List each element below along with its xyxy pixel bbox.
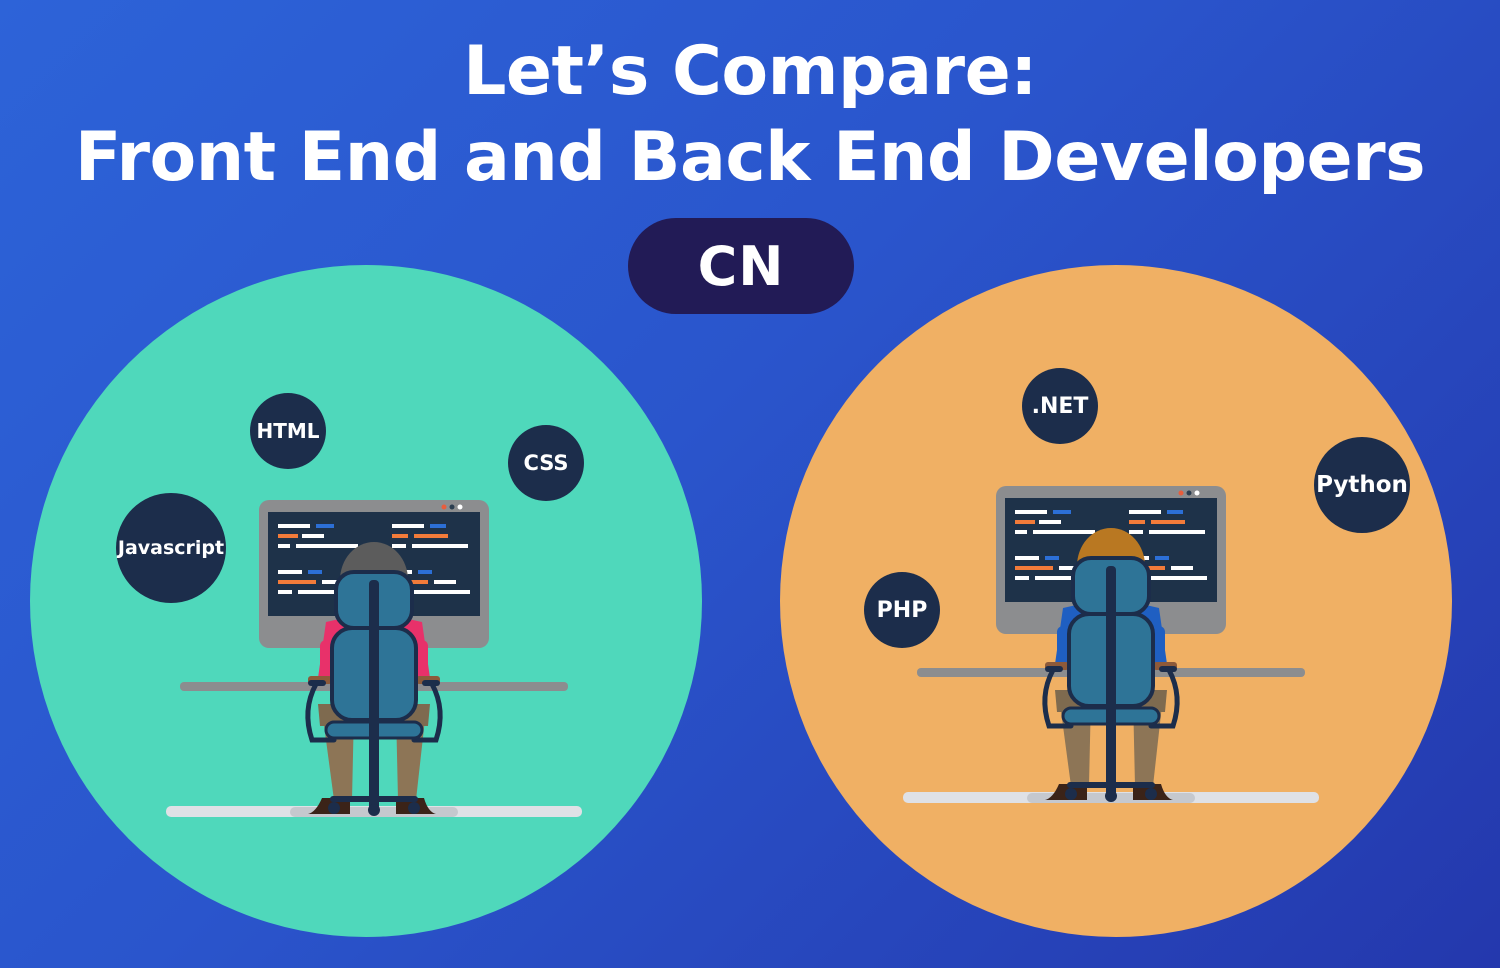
css-badge: CSS <box>508 425 584 501</box>
illustration <box>30 265 1452 937</box>
javascript-badge: Javascript <box>116 493 226 603</box>
dotnet-badge: .NET <box>1022 368 1098 444</box>
php-badge: PHP <box>864 572 940 648</box>
html-badge: HTML <box>250 393 326 469</box>
python-badge: Python <box>1314 437 1410 533</box>
